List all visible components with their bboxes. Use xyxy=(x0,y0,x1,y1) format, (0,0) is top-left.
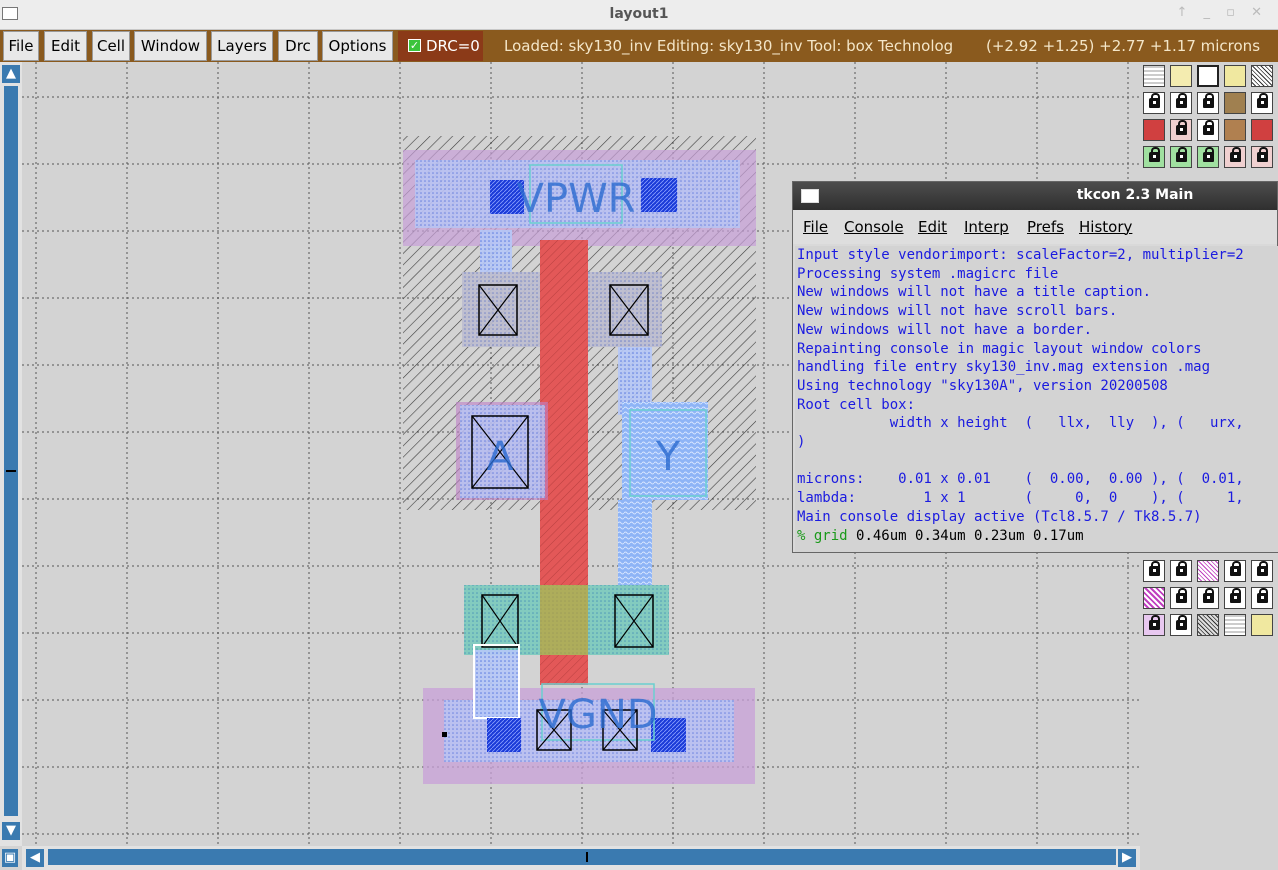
tkcon-window[interactable]: tkcon 2.3 Main File Console Edit Interp … xyxy=(792,181,1278,553)
window-titlebar: layout1 ↑ _ ▫ ✕ xyxy=(0,0,1278,30)
console-line: New windows will not have a border. xyxy=(797,321,1093,338)
console-line: New windows will not have scroll bars. xyxy=(797,303,1118,320)
prompt-symbol: % xyxy=(797,527,806,544)
tkcon-menu-console[interactable]: Console xyxy=(844,218,904,236)
console-line: Processing system .magicrc file xyxy=(797,265,1059,282)
command-name: grid xyxy=(813,527,848,544)
console-line: Root cell box: xyxy=(797,396,916,413)
magenta-layer-icon[interactable] xyxy=(1143,587,1165,609)
status-text: Loaded: sky130_inv Editing: sky130_inv T… xyxy=(504,37,954,55)
cursor-coords: (+2.92 +1.25) +2.77 +1.17 microns xyxy=(986,37,1261,55)
console-line: lambda: 1 x 1 ( 0, 0 ), ( 1, xyxy=(797,490,1244,507)
tkcon-titlebar[interactable]: tkcon 2.3 Main xyxy=(793,182,1277,210)
label-a: A xyxy=(486,434,514,480)
menu-drc[interactable]: Drc xyxy=(278,31,318,61)
red-layer-icon[interactable] xyxy=(1251,119,1273,141)
lock-icon[interactable] xyxy=(1251,92,1273,114)
arrow-left-icon[interactable]: ◀ xyxy=(26,849,44,867)
tkcon-menu-interp[interactable]: Interp xyxy=(964,218,1009,236)
magenta-layer-icon[interactable] xyxy=(1197,560,1219,582)
console-line: Main console display active (Tcl8.5.7 / … xyxy=(797,508,1202,525)
tkcon-menu-prefs[interactable]: Prefs xyxy=(1027,218,1064,236)
horizontal-scrollbar[interactable]: ▣ ◀ ▶ xyxy=(2,846,1140,870)
brown-layer-icon[interactable] xyxy=(1224,119,1246,141)
tkcon-menu-file[interactable]: File xyxy=(803,218,828,236)
lock-icon[interactable] xyxy=(1197,587,1219,609)
menu-layers[interactable]: Layers xyxy=(211,31,273,61)
tkcon-title: tkcon 2.3 Main xyxy=(1076,187,1194,203)
lock-icon[interactable] xyxy=(1197,92,1219,114)
console-line: New windows will not have a title captio… xyxy=(797,284,1152,301)
tkcon-console-output[interactable]: Input style vendorimport: scaleFactor=2,… xyxy=(795,246,1278,552)
tkcon-menu-history[interactable]: History xyxy=(1079,218,1132,236)
console-line: Input style vendorimport: scaleFactor=2,… xyxy=(797,247,1244,263)
console-line: width x height ( llx, lly ), ( urx, xyxy=(797,415,1244,432)
lock-icon[interactable] xyxy=(1251,560,1273,582)
window-title: layout1 xyxy=(609,6,669,22)
lock-icon[interactable] xyxy=(1143,614,1165,636)
lock-icon[interactable] xyxy=(1251,146,1273,168)
status-bar: Loaded: sky130_inv Editing: sky130_inv T… xyxy=(504,30,1260,62)
box-layer-icon[interactable] xyxy=(1197,65,1219,87)
console-line: Repainting console in magic layout windo… xyxy=(797,340,1202,357)
yellow-layer-icon[interactable] xyxy=(1251,614,1273,636)
lock-icon[interactable] xyxy=(1197,146,1219,168)
console-line: Using technology "sky130A", version 2020… xyxy=(797,377,1168,394)
lock-icon[interactable] xyxy=(1251,587,1273,609)
hatched-layer-icon[interactable] xyxy=(1224,65,1246,87)
horizontal-scroll-thumb[interactable] xyxy=(48,849,1116,865)
label-vgnd: VGND xyxy=(538,692,657,738)
lock-icon[interactable] xyxy=(1224,146,1246,168)
lock-icon[interactable] xyxy=(1170,92,1192,114)
label-vpwr: VPWR xyxy=(517,176,636,222)
lock-icon[interactable] xyxy=(1197,119,1219,141)
vertical-scroll-thumb[interactable] xyxy=(4,86,18,816)
console-line: handling file entry sky130_inv.mag exten… xyxy=(797,359,1211,376)
command-args: 0.46um 0.34um 0.23um 0.17um xyxy=(847,527,1084,544)
console-line: microns: 0.01 x 0.01 ( 0.00, 0.00 ), ( 0… xyxy=(797,471,1244,488)
lock-icon[interactable] xyxy=(1143,146,1165,168)
brown-layer-icon[interactable] xyxy=(1224,92,1246,114)
lock-icon[interactable] xyxy=(1170,146,1192,168)
drc-label: DRC=0 xyxy=(426,37,480,55)
menu-cell[interactable]: Cell xyxy=(92,31,130,61)
menu-file[interactable]: File xyxy=(3,31,39,61)
label-y: Y xyxy=(655,434,681,480)
lock-icon[interactable] xyxy=(1143,92,1165,114)
solid-layer-icon[interactable] xyxy=(1143,65,1165,87)
lock-icon[interactable] xyxy=(1170,614,1192,636)
menu-window[interactable]: Window xyxy=(134,31,207,61)
lock-icon[interactable] xyxy=(1143,560,1165,582)
menu-options[interactable]: Options xyxy=(322,31,393,61)
menu-bar: File Edit Cell Window Layers Drc Options… xyxy=(0,30,1278,62)
lock-icon[interactable] xyxy=(1170,119,1192,141)
window-controls[interactable]: ↑ _ ▫ ✕ xyxy=(1177,5,1269,20)
console-line: ) xyxy=(797,434,806,451)
tkcon-menu-edit[interactable]: Edit xyxy=(918,218,947,236)
red-layer-icon[interactable] xyxy=(1143,119,1165,141)
hatched-layer-icon[interactable] xyxy=(1251,65,1273,87)
arrow-down-icon[interactable]: ▼ xyxy=(2,822,20,840)
tkcon-menubar: File Console Edit Interp Prefs History xyxy=(793,210,1277,244)
arrow-right-icon[interactable]: ▶ xyxy=(1118,849,1136,867)
arrow-up-icon[interactable]: ▲ xyxy=(2,65,20,83)
lock-icon[interactable] xyxy=(1224,587,1246,609)
menu-edit[interactable]: Edit xyxy=(44,31,87,61)
check-icon: ✓ xyxy=(408,39,421,52)
lock-icon[interactable] xyxy=(1224,560,1246,582)
outline-layer-icon[interactable] xyxy=(1170,65,1192,87)
zoom-box-icon[interactable]: ▣ xyxy=(2,849,18,867)
solid-layer-icon[interactable] xyxy=(1224,614,1246,636)
lock-icon[interactable] xyxy=(1170,587,1192,609)
console-prompt-line[interactable]: % grid 0.46um 0.34um 0.23um 0.17um xyxy=(797,527,1278,546)
hatched-layer-icon[interactable] xyxy=(1197,614,1219,636)
vertical-scrollbar[interactable]: ▲ ▼ xyxy=(0,62,22,846)
lock-icon[interactable] xyxy=(1170,560,1192,582)
drc-indicator[interactable]: ✓ DRC=0 xyxy=(398,31,483,61)
